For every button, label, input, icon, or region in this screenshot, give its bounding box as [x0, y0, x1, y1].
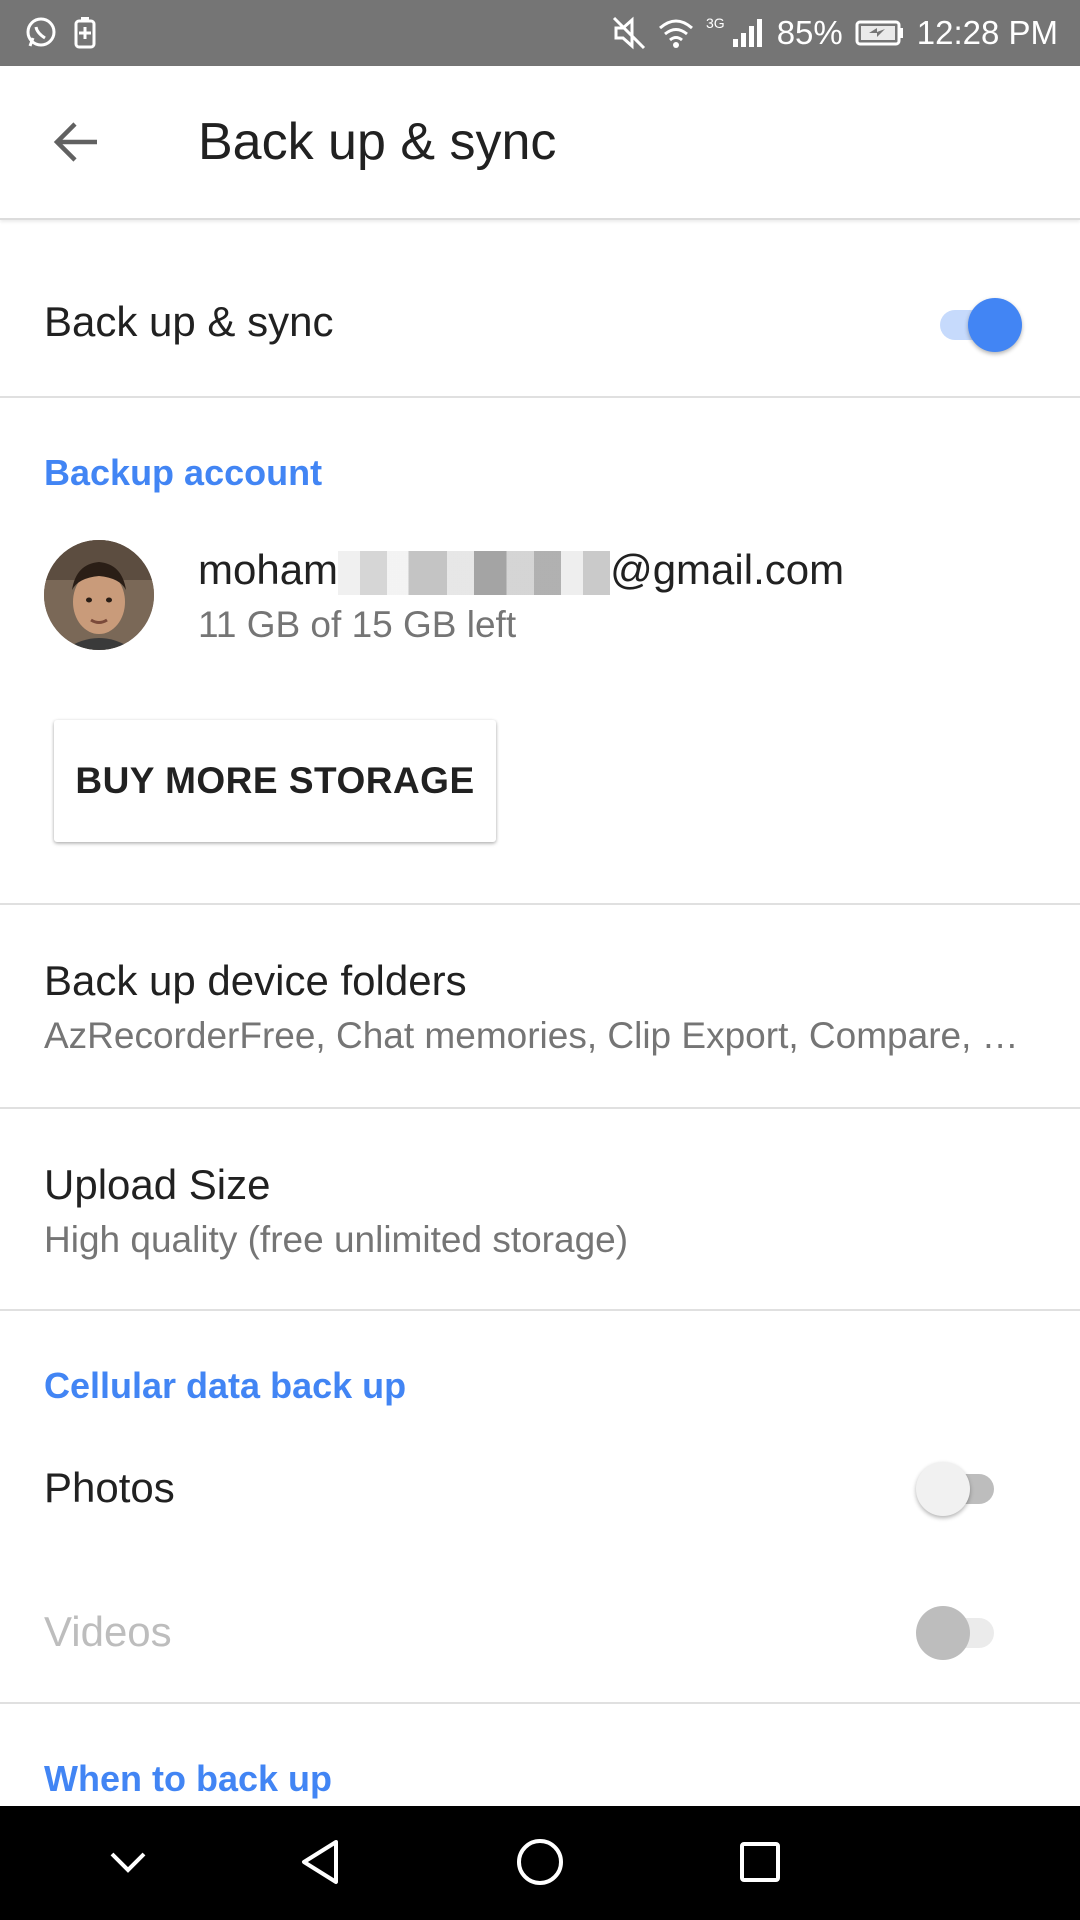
backup-sync-toggle[interactable]: [932, 296, 1022, 352]
device-folders-title: Back up device folders: [44, 957, 467, 1004]
device-folders-row[interactable]: Back up device folders AzRecorderFree, C…: [0, 905, 1080, 1107]
upload-size-title: Upload Size: [44, 1161, 271, 1208]
videos-label: Videos: [44, 1608, 172, 1655]
network-type: 3G: [706, 15, 725, 31]
cellular-header: Cellular data back up: [44, 1365, 407, 1406]
back-button[interactable]: [48, 116, 104, 172]
divider: [0, 1309, 1080, 1311]
backup-sync-row[interactable]: Back up & sync: [0, 222, 1080, 396]
email-redacted: [338, 550, 611, 595]
hide-nav-button[interactable]: [98, 1834, 158, 1894]
email-prefix: moham: [198, 546, 339, 593]
page-title: Back up & sync: [198, 113, 557, 171]
chevron-down-icon: [108, 1850, 148, 1879]
clock: 12:28 PM: [916, 14, 1058, 51]
navigation-bar: [0, 1806, 1080, 1920]
mute-icon: [612, 16, 646, 50]
toggle-thumb: [916, 1462, 970, 1516]
buy-more-storage-button[interactable]: BUY MORE STORAGE: [54, 720, 496, 842]
wifi-icon: [658, 18, 694, 48]
battery-charging-icon: [855, 19, 905, 47]
divider: [0, 1702, 1080, 1704]
battery-saver-icon: [74, 17, 96, 49]
videos-toggle: [916, 1604, 1006, 1660]
when-to-backup-header: When to back up: [44, 1758, 332, 1799]
photos-toggle[interactable]: [916, 1460, 1006, 1516]
toggle-thumb: [968, 298, 1022, 352]
photos-row[interactable]: Photos: [0, 1430, 1080, 1540]
back-triangle-icon: [298, 1838, 342, 1891]
photos-label: Photos: [44, 1464, 175, 1511]
divider: [0, 396, 1080, 398]
status-left: [24, 16, 96, 50]
upload-size-summary: High quality (free unlimited storage): [44, 1219, 629, 1260]
recents-square-icon: [738, 1840, 782, 1889]
status-bar: 3G 85% 12:28 PM: [0, 0, 1080, 66]
storage-left: 11 GB of 15 GB left: [198, 604, 517, 645]
nav-back-button[interactable]: [290, 1834, 350, 1894]
status-right: 3G 85% 12:28 PM: [612, 14, 1058, 52]
backup-account-header: Backup account: [44, 452, 323, 493]
app-bar: Back up & sync: [0, 66, 1080, 220]
videos-row: Videos: [0, 1578, 1080, 1688]
nav-recents-button[interactable]: [730, 1834, 790, 1894]
toggle-thumb: [916, 1606, 970, 1660]
home-circle-icon: [515, 1837, 565, 1892]
arrow-back-icon: [51, 120, 101, 169]
nav-home-button[interactable]: [510, 1834, 570, 1894]
whatsapp-icon: [24, 16, 58, 50]
email-suffix: @gmail.com: [610, 546, 845, 593]
signal-icon: [731, 17, 765, 49]
device-folders-summary: AzRecorderFree, Chat memories, Clip Expo…: [44, 1015, 1019, 1056]
battery-percent: 85%: [776, 14, 843, 51]
upload-size-row[interactable]: Upload Size High quality (free unlimited…: [0, 1109, 1080, 1309]
account-email: moham @gmail.com: [198, 546, 844, 595]
backup-sync-label: Back up & sync: [44, 298, 334, 345]
avatar: [44, 540, 154, 650]
